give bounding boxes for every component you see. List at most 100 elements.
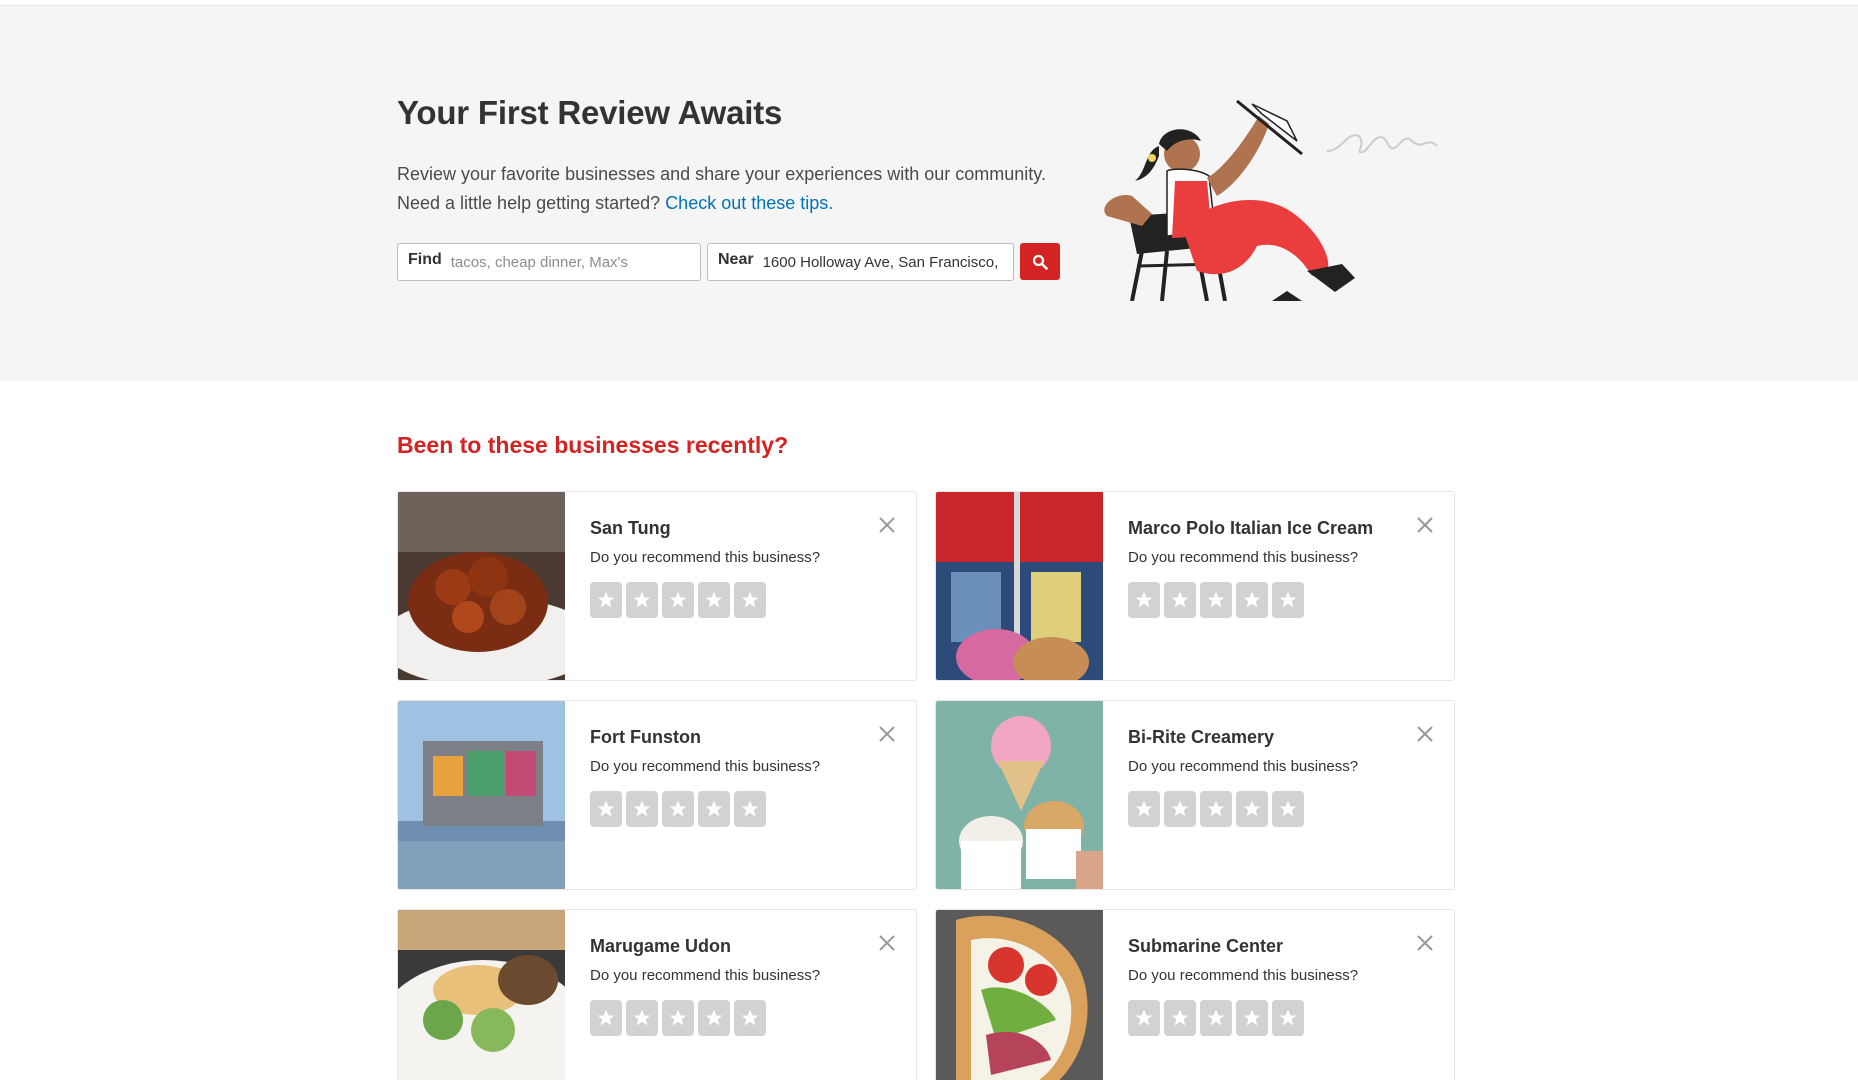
star-rating[interactable] xyxy=(590,791,766,827)
star-rating[interactable] xyxy=(590,1000,766,1036)
star-2[interactable] xyxy=(1164,582,1196,618)
business-name[interactable]: Fort Funston xyxy=(590,727,701,748)
star-1[interactable] xyxy=(590,582,622,618)
recommend-question: Do you recommend this business? xyxy=(590,758,821,775)
close-icon[interactable] xyxy=(1414,514,1436,536)
reviewer-illustration xyxy=(1104,99,1438,301)
star-icon xyxy=(597,591,615,608)
close-icon[interactable] xyxy=(1414,723,1436,745)
star-icon xyxy=(1135,1009,1153,1026)
star-4[interactable] xyxy=(698,791,730,827)
star-icon xyxy=(1243,591,1261,608)
star-icon xyxy=(1207,591,1225,608)
recommend-question: Do you recommend this business? xyxy=(1128,967,1359,984)
hero-content: Your First Review Awaits Review your fav… xyxy=(397,6,1453,381)
business-card: Submarine Center Do you recommend this b… xyxy=(935,909,1455,1080)
star-icon xyxy=(1207,1009,1225,1026)
business-card: Marugame Udon Do you recommend this busi… xyxy=(397,909,917,1080)
recommend-question: Do you recommend this business? xyxy=(1128,758,1359,775)
star-2[interactable] xyxy=(626,1000,658,1036)
business-name[interactable]: Marugame Udon xyxy=(590,936,731,957)
star-icon xyxy=(1279,591,1297,608)
star-4[interactable] xyxy=(1236,582,1268,618)
business-photo[interactable] xyxy=(936,910,1103,1080)
star-icon xyxy=(1135,591,1153,608)
star-icon xyxy=(741,800,759,817)
star-5[interactable] xyxy=(734,1000,766,1036)
star-5[interactable] xyxy=(734,582,766,618)
find-input[interactable] xyxy=(450,253,690,271)
star-5[interactable] xyxy=(734,791,766,827)
star-icon xyxy=(705,591,723,608)
star-icon xyxy=(1135,800,1153,817)
star-rating[interactable] xyxy=(1128,1000,1304,1036)
star-1[interactable] xyxy=(1128,582,1160,618)
star-2[interactable] xyxy=(626,582,658,618)
star-1[interactable] xyxy=(1128,791,1160,827)
star-3[interactable] xyxy=(1200,791,1232,827)
star-4[interactable] xyxy=(1236,1000,1268,1036)
business-photo[interactable] xyxy=(936,701,1103,889)
star-icon xyxy=(705,1009,723,1026)
hero-section: Your First Review Awaits Review your fav… xyxy=(0,6,1858,381)
business-photo[interactable] xyxy=(398,492,565,680)
tips-link[interactable]: Check out these tips. xyxy=(665,193,833,213)
star-icon xyxy=(705,800,723,817)
star-rating[interactable] xyxy=(590,582,766,618)
star-icon xyxy=(669,800,687,817)
business-name[interactable]: San Tung xyxy=(590,518,671,539)
close-icon[interactable] xyxy=(876,514,898,536)
business-card: Fort Funston Do you recommend this busin… xyxy=(397,700,917,890)
find-label: Find xyxy=(408,251,442,268)
star-icon xyxy=(1243,1009,1261,1026)
star-icon xyxy=(1171,800,1189,817)
star-1[interactable] xyxy=(590,791,622,827)
business-card: Bi-Rite Creamery Do you recommend this b… xyxy=(935,700,1455,890)
recommend-question: Do you recommend this business? xyxy=(590,549,821,566)
business-name[interactable]: Marco Polo Italian Ice Cream xyxy=(1128,518,1373,539)
star-icon xyxy=(741,591,759,608)
business-photo[interactable] xyxy=(936,492,1103,680)
business-photo[interactable] xyxy=(398,701,565,889)
star-5[interactable] xyxy=(1272,1000,1304,1036)
star-icon xyxy=(741,1009,759,1026)
star-2[interactable] xyxy=(1164,791,1196,827)
close-icon[interactable] xyxy=(876,723,898,745)
star-3[interactable] xyxy=(662,582,694,618)
find-search-box[interactable]: Find xyxy=(397,243,701,281)
star-1[interactable] xyxy=(590,1000,622,1036)
star-rating[interactable] xyxy=(1128,582,1304,618)
star-5[interactable] xyxy=(1272,791,1304,827)
star-icon xyxy=(1279,800,1297,817)
star-3[interactable] xyxy=(1200,582,1232,618)
near-label: Near xyxy=(718,251,754,268)
star-3[interactable] xyxy=(662,1000,694,1036)
star-2[interactable] xyxy=(626,791,658,827)
business-photo[interactable] xyxy=(398,910,565,1080)
star-4[interactable] xyxy=(698,582,730,618)
star-3[interactable] xyxy=(1200,1000,1232,1036)
star-2[interactable] xyxy=(1164,1000,1196,1036)
star-4[interactable] xyxy=(1236,791,1268,827)
star-icon xyxy=(633,800,651,817)
star-rating[interactable] xyxy=(1128,791,1304,827)
star-5[interactable] xyxy=(1272,582,1304,618)
business-name[interactable]: Submarine Center xyxy=(1128,936,1283,957)
star-icon xyxy=(1279,1009,1297,1026)
search-button[interactable] xyxy=(1020,243,1060,280)
close-icon[interactable] xyxy=(1414,932,1436,954)
near-input[interactable] xyxy=(762,253,1003,271)
search-icon xyxy=(1032,254,1048,270)
business-name[interactable]: Bi-Rite Creamery xyxy=(1128,727,1274,748)
near-search-box[interactable]: Near xyxy=(707,243,1014,281)
close-icon[interactable] xyxy=(876,932,898,954)
star-1[interactable] xyxy=(1128,1000,1160,1036)
star-icon xyxy=(1243,800,1261,817)
star-4[interactable] xyxy=(698,1000,730,1036)
page-title: Your First Review Awaits xyxy=(397,94,783,131)
star-icon xyxy=(633,591,651,608)
star-icon xyxy=(597,1009,615,1026)
hero-description: Review your favorite businesses and shar… xyxy=(397,160,1087,218)
star-icon xyxy=(633,1009,651,1026)
star-3[interactable] xyxy=(662,791,694,827)
